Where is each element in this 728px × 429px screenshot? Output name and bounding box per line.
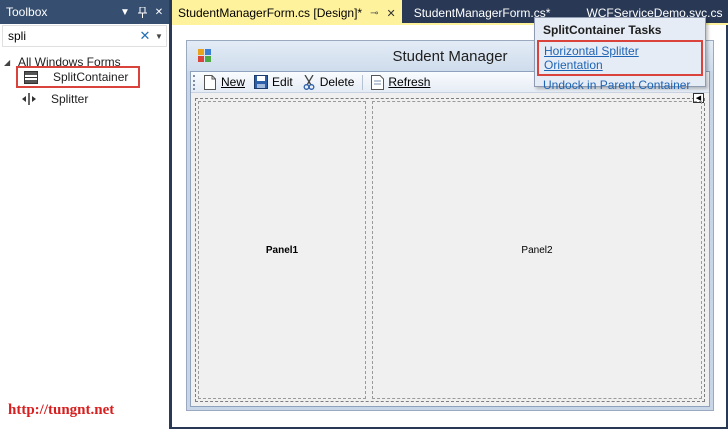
edit-button[interactable]: Edit bbox=[253, 74, 293, 90]
new-document-icon bbox=[202, 74, 218, 90]
tab-label: StudentManagerForm.cs [Design]* bbox=[178, 6, 363, 20]
toolbox-titlebar: Toolbox ▼ ✕ bbox=[0, 0, 169, 24]
dropdown-arrow-icon[interactable]: ▼ bbox=[118, 5, 132, 19]
search-input[interactable] bbox=[8, 29, 138, 43]
scissors-icon bbox=[301, 74, 317, 90]
form-client-area: New Edit Delete Refresh ◀ Panel1 Panel2 bbox=[190, 71, 710, 407]
split-container[interactable]: ◀ Panel1 Panel2 bbox=[195, 93, 705, 402]
tasks-header: SplitContainer Tasks bbox=[543, 23, 662, 37]
toolbox-search: ✕ ▼ bbox=[2, 25, 167, 47]
form-app-icon bbox=[197, 48, 213, 64]
form-title: Student Manager bbox=[392, 47, 508, 65]
refresh-button-label: Refresh bbox=[388, 75, 431, 89]
panel2-label: Panel2 bbox=[521, 244, 553, 256]
new-button-label: New bbox=[221, 75, 246, 89]
delete-button[interactable]: Delete bbox=[301, 74, 355, 90]
pin-tab-icon[interactable]: ⊸ bbox=[370, 8, 378, 19]
search-options-icon[interactable]: ▼ bbox=[152, 32, 166, 41]
tab-student-manager-design[interactable]: StudentManagerForm.cs [Design]* ⊸ ✕ bbox=[172, 0, 402, 24]
close-tab-icon[interactable]: ✕ bbox=[386, 7, 395, 20]
save-disk-icon bbox=[253, 74, 269, 90]
toolbox-title: Toolbox bbox=[6, 5, 48, 19]
panel1-label: Panel1 bbox=[265, 244, 299, 256]
toolstrip-separator bbox=[362, 74, 364, 90]
toolstrip-grip[interactable] bbox=[193, 74, 196, 90]
splitter-icon bbox=[21, 91, 37, 107]
toolbox-item-splitter[interactable]: Splitter bbox=[16, 88, 140, 110]
tab-label: StudentManagerForm.cs* bbox=[413, 6, 551, 20]
clear-search-icon[interactable]: ✕ bbox=[138, 28, 152, 44]
split-container-icon bbox=[23, 69, 39, 85]
horizontal-splitter-orientation-link[interactable]: Horizontal Splitter Orientation bbox=[537, 40, 703, 76]
delete-button-label: Delete bbox=[319, 75, 355, 89]
toolbox-item-splitcontainer[interactable]: SplitContainer bbox=[16, 66, 140, 88]
panel2[interactable]: Panel2 bbox=[372, 101, 702, 399]
toolbox-item-label: Splitter bbox=[51, 92, 89, 106]
toolbox-panel: Toolbox ▼ ✕ ✕ ▼ ◢ All Windows Forms Spli… bbox=[0, 0, 170, 429]
refresh-document-icon bbox=[369, 74, 385, 90]
watermark-text: http://tungnt.net bbox=[8, 402, 115, 418]
panel1[interactable]: Panel1 bbox=[198, 101, 366, 399]
pin-icon[interactable] bbox=[135, 5, 149, 19]
splitcontainer-tasks-popup: SplitContainer Tasks Horizontal Splitter… bbox=[534, 17, 706, 92]
student-manager-form[interactable]: Student Manager New Edit Delete Refresh … bbox=[186, 40, 714, 411]
edit-button-label: Edit bbox=[272, 75, 293, 89]
refresh-button[interactable]: Refresh bbox=[369, 74, 430, 90]
undock-in-parent-container-link[interactable]: Undock in Parent Container bbox=[535, 76, 705, 94]
toolbox-item-label: SplitContainer bbox=[53, 70, 129, 84]
new-button[interactable]: New bbox=[202, 74, 245, 90]
close-icon[interactable]: ✕ bbox=[152, 5, 166, 19]
